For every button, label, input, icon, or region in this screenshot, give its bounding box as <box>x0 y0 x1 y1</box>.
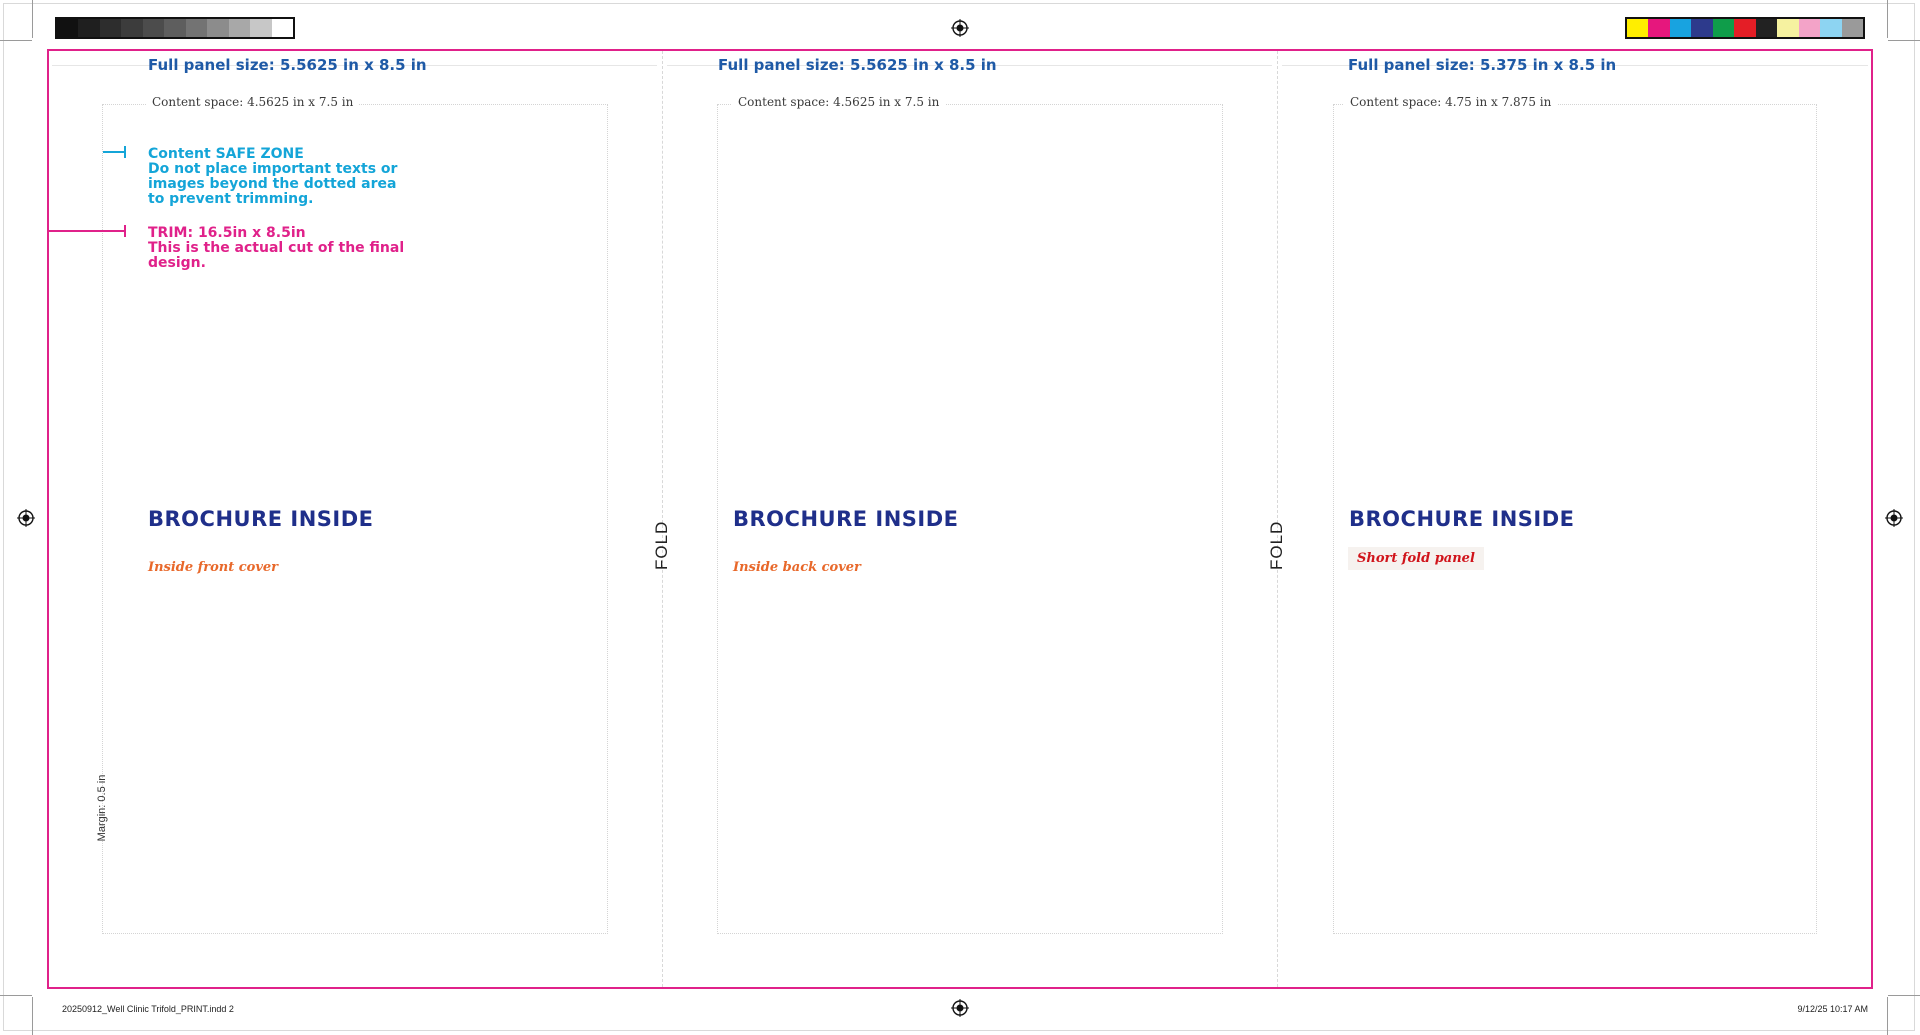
color-swatch <box>1755 19 1778 37</box>
crop-mark <box>32 997 33 1035</box>
color-swatch <box>78 19 100 37</box>
safe-zone-indicator-tick <box>124 146 126 158</box>
color-swatch <box>57 19 79 37</box>
panel-title: BROCHURE INSIDE <box>148 507 374 531</box>
color-swatch <box>1669 19 1692 37</box>
color-swatch <box>1648 19 1670 37</box>
color-swatch <box>1841 19 1863 37</box>
trim-note: TRIM: 16.5in x 8.5in This is the actual … <box>148 226 408 271</box>
color-swatch <box>185 19 208 37</box>
safe-zone-title: Content SAFE ZONE <box>148 146 304 162</box>
color-swatch <box>1691 19 1713 37</box>
panel-size-label: Full panel size: 5.5625 in x 8.5 in <box>718 56 997 74</box>
registration-mark-icon <box>1885 509 1903 527</box>
footer-timestamp: 9/12/25 10:17 AM <box>1797 1004 1868 1014</box>
trim-indicator-tick <box>124 225 126 237</box>
panel-title: BROCHURE INSIDE <box>733 507 959 531</box>
footer-filename: 20250912_Well Clinic Trifold_PRINT.indd … <box>62 1004 234 1014</box>
crop-mark <box>1888 995 1920 996</box>
color-swatch <box>142 19 165 37</box>
crop-mark <box>32 0 33 38</box>
panel-subtitle: Short fold panel <box>1348 547 1484 570</box>
color-swatch <box>207 19 229 37</box>
panel-subtitle: Inside back cover <box>733 560 861 575</box>
safe-zone-note: Content SAFE ZONE Do not place important… <box>148 147 408 207</box>
safe-zone-indicator <box>103 151 125 153</box>
content-space-label: Content space: 4.5625 in x 7.5 in <box>146 95 360 109</box>
crop-mark <box>0 40 32 41</box>
registration-mark-icon <box>951 19 969 37</box>
fold-label: FOLD <box>652 520 671 570</box>
color-swatch <box>1777 19 1799 37</box>
crop-mark <box>0 995 32 996</box>
crop-mark <box>1887 0 1888 38</box>
color-bar <box>1625 17 1865 39</box>
fold-line <box>662 51 663 987</box>
color-swatch <box>1820 19 1842 37</box>
panel-subtitle: Inside front cover <box>148 560 279 575</box>
trim-title: TRIM: 16.5in x 8.5in <box>148 225 306 241</box>
color-swatch <box>121 19 143 37</box>
crop-mark <box>1887 997 1888 1035</box>
registration-mark-icon <box>17 509 35 527</box>
fold-label: FOLD <box>1267 520 1286 570</box>
panel-size-label: Full panel size: 5.5625 in x 8.5 in <box>148 56 427 74</box>
panel-title: BROCHURE INSIDE <box>1349 507 1575 531</box>
grayscale-bar <box>55 17 295 39</box>
margin-label-wrap: Margin: 0.5 in <box>52 775 152 842</box>
color-swatch <box>99 19 122 37</box>
fold-line <box>1277 51 1278 987</box>
trim-indicator <box>48 230 126 232</box>
color-swatch <box>250 19 272 37</box>
color-swatch <box>1798 19 1821 37</box>
color-swatch <box>1734 19 1756 37</box>
panel-size-label: Full panel size: 5.375 in x 8.5 in <box>1348 56 1617 74</box>
content-space-label: Content space: 4.5625 in x 7.5 in <box>732 95 946 109</box>
color-swatch <box>228 19 251 37</box>
color-swatch <box>1627 19 1649 37</box>
crop-mark <box>1888 40 1920 41</box>
trim-desc: This is the actual cut of the final desi… <box>148 240 405 271</box>
color-swatch <box>271 19 293 37</box>
registration-mark-icon <box>951 999 969 1017</box>
color-swatch <box>1712 19 1735 37</box>
margin-label: Margin: 0.5 in <box>96 774 108 842</box>
content-space-label: Content space: 4.75 in x 7.875 in <box>1344 95 1558 109</box>
safe-zone-desc: Do not place important texts or images b… <box>148 161 398 207</box>
color-swatch <box>164 19 186 37</box>
